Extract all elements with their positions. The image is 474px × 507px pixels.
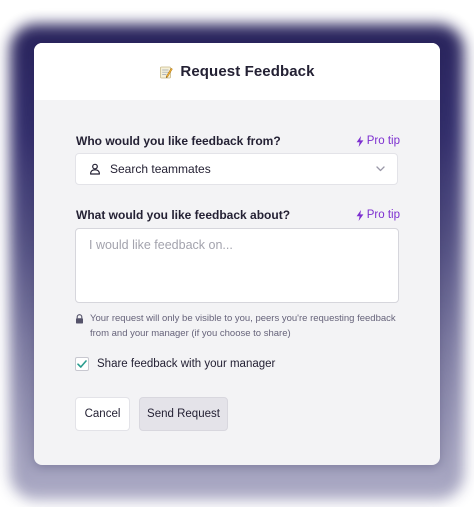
lock-icon (75, 314, 84, 341)
share-with-manager-label: Share feedback with your manager (97, 358, 276, 370)
person-icon (89, 163, 101, 175)
topic-label: What would you like feedback about? (76, 208, 291, 222)
lightning-icon (356, 135, 364, 147)
screen: Request Feedback Who would you like feed… (0, 0, 474, 507)
dialog-title: Request Feedback (180, 63, 315, 80)
teammate-search-placeholder: Search teammates (110, 162, 211, 176)
lightning-icon (356, 209, 364, 221)
dialog-header: Request Feedback (34, 43, 440, 100)
check-icon (77, 360, 87, 368)
teammate-search-select[interactable]: Search teammates (75, 153, 398, 185)
pro-tip-label: Pro tip (366, 209, 400, 221)
feedback-topic-textarea[interactable] (75, 228, 399, 303)
pro-tip-label: Pro tip (366, 135, 400, 147)
send-request-button[interactable]: Send Request (139, 397, 228, 431)
privacy-notice: Your request will only be visible to you… (75, 311, 405, 341)
share-with-manager-option[interactable]: Share feedback with your manager (75, 357, 275, 371)
chevron-down-icon (376, 166, 385, 172)
recipient-pro-tip-link[interactable]: Pro tip (356, 135, 400, 147)
share-with-manager-checkbox[interactable] (75, 357, 89, 371)
topic-label-row: What would you like feedback about? Pro … (76, 208, 400, 222)
privacy-notice-text: Your request will only be visible to you… (90, 313, 396, 339)
recipient-label-row: Who would you like feedback from? Pro ti… (76, 134, 400, 148)
request-feedback-dialog: Request Feedback Who would you like feed… (34, 43, 440, 465)
memo-icon (159, 65, 174, 79)
cancel-button[interactable]: Cancel (75, 397, 130, 431)
recipient-label: Who would you like feedback from? (76, 134, 281, 148)
topic-pro-tip-link[interactable]: Pro tip (356, 209, 400, 221)
